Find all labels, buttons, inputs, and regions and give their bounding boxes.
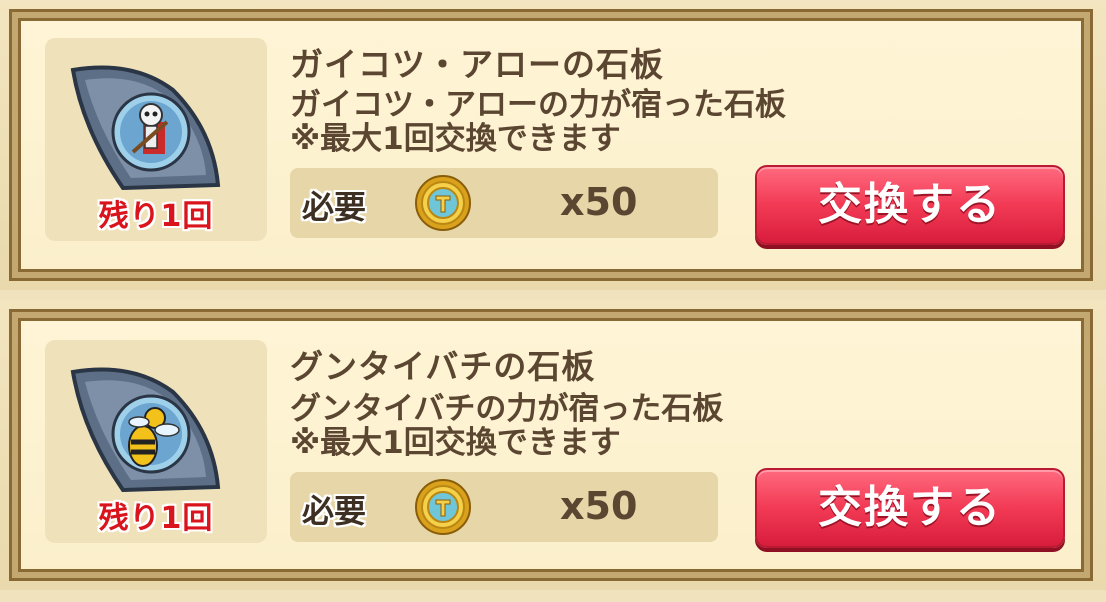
gold-medal-icon xyxy=(415,479,471,535)
item-limit-note: ※最大1回交換できます xyxy=(290,121,621,157)
gold-medal-icon xyxy=(415,175,471,231)
item-thumbnail: 残り1回 xyxy=(45,340,267,543)
required-cost-panel: 必要 x50 xyxy=(290,168,718,238)
required-label: 必要 xyxy=(302,492,367,530)
item-title: グンタイバチの石板 xyxy=(290,347,596,386)
item-description: グンタイバチの力が宿った石板 xyxy=(290,391,724,427)
cost-quantity: x50 xyxy=(560,180,638,224)
skeleton-archer-stone-tablet-icon xyxy=(70,65,221,191)
exchange-button[interactable]: 交換する xyxy=(755,468,1065,548)
army-bee-stone-tablet-icon xyxy=(70,367,221,493)
item-thumbnail: 残り1回 xyxy=(45,38,267,241)
exchange-button[interactable]: 交換する xyxy=(755,165,1065,245)
remaining-count: 残り1回 xyxy=(98,199,214,234)
required-cost-panel: 必要 x50 xyxy=(290,472,718,542)
remaining-count: 残り1回 xyxy=(98,501,214,536)
exchange-item-row: 残り1回 ガイコツ・アローの石板 ガイコツ・アローの力が宿った石板 ※最大1回交… xyxy=(0,0,1106,290)
exchange-item-row: 残り1回 グンタイバチの石板 グンタイバチの力が宿った石板 ※最大1回交換できま… xyxy=(0,300,1106,590)
item-title: ガイコツ・アローの石板 xyxy=(290,45,664,84)
cost-quantity: x50 xyxy=(560,484,638,528)
item-limit-note: ※最大1回交換できます xyxy=(290,425,621,461)
item-description: ガイコツ・アローの力が宿った石板 xyxy=(290,87,786,123)
required-label: 必要 xyxy=(302,188,367,226)
